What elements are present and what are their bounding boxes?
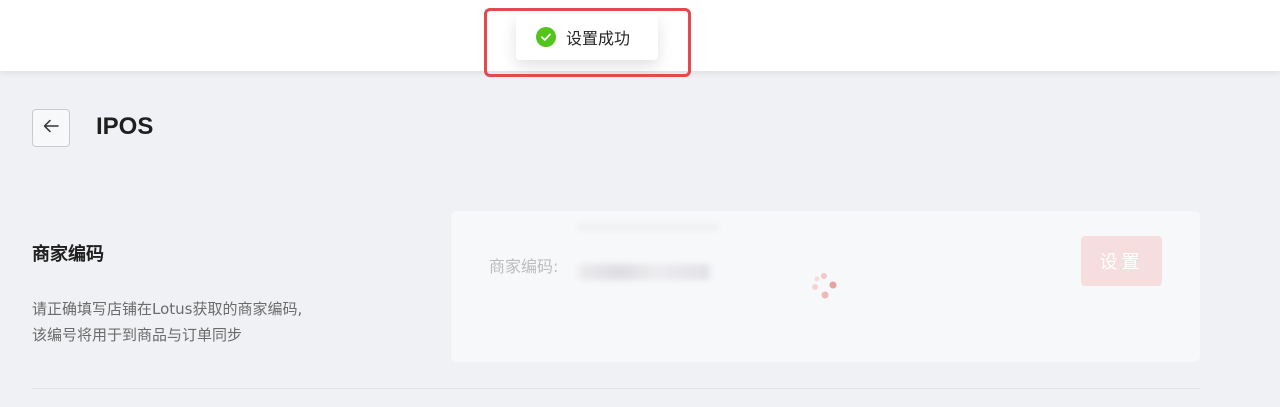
description-line-2: 该编号将用于到商品与订单同步 bbox=[32, 326, 243, 344]
blurred-text bbox=[578, 224, 718, 230]
toast-highlight-box bbox=[484, 8, 691, 77]
page-title: IPOS bbox=[96, 113, 154, 140]
divider bbox=[32, 388, 1200, 389]
arrow-left-icon bbox=[42, 117, 60, 139]
description-line-1: 请正确填写店铺在Lotus获取的商家编码, bbox=[32, 300, 303, 318]
section-title: 商家编码 bbox=[32, 244, 104, 265]
merchant-code-value bbox=[578, 264, 710, 280]
set-button[interactable]: 设置 bbox=[1081, 236, 1162, 286]
section-description: 请正确填写店铺在Lotus获取的商家编码, 该编号将用于到商品与订单同步 bbox=[32, 296, 392, 348]
back-button[interactable] bbox=[32, 109, 70, 147]
merchant-code-label: 商家编码: bbox=[489, 257, 559, 276]
loading-spinner-icon bbox=[808, 270, 840, 302]
